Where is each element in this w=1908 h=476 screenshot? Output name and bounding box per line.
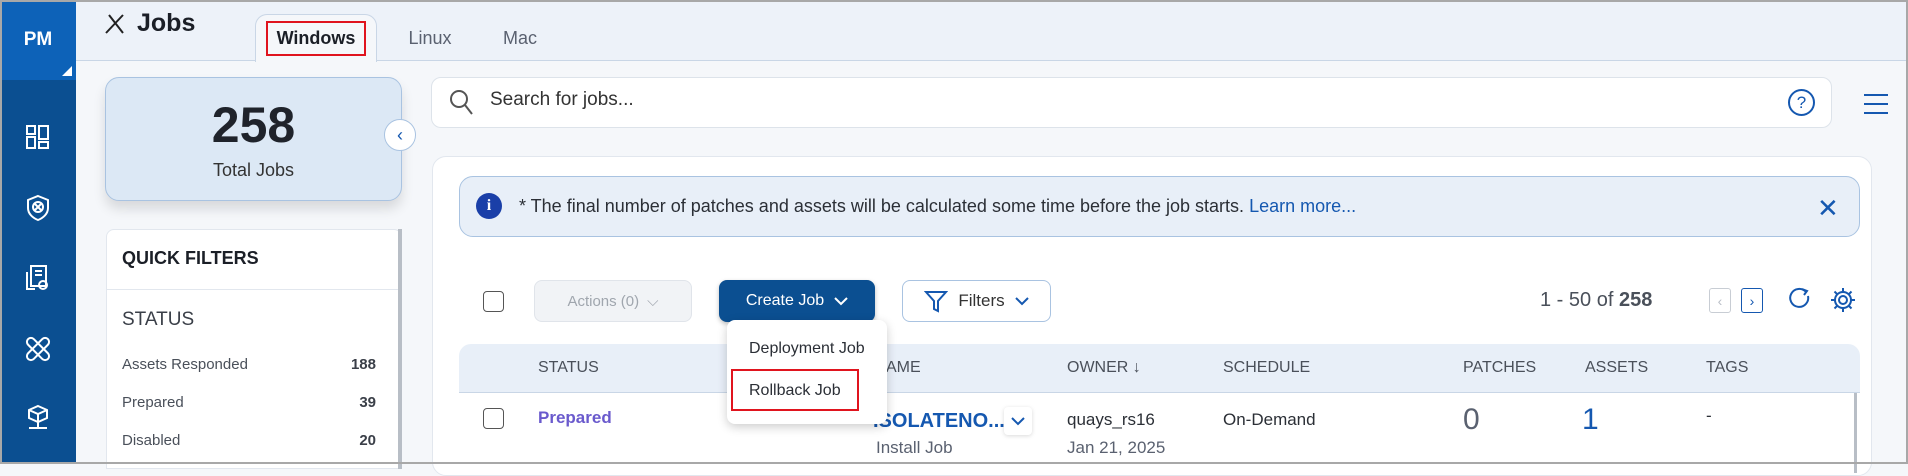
table-header	[459, 344, 1860, 393]
page-title-text: Jobs	[137, 9, 196, 37]
filters-button[interactable]: Filters	[902, 280, 1051, 322]
tab-windows[interactable]: Windows	[255, 14, 377, 62]
actions-dropdown[interactable]: Actions (0) ⌵	[534, 280, 692, 322]
settings-gear-icon[interactable]	[1829, 286, 1857, 314]
chevron-down-icon	[1011, 416, 1025, 425]
column-schedule[interactable]: SCHEDULE	[1223, 359, 1310, 377]
column-name[interactable]: AME	[886, 359, 921, 377]
filter-icon	[924, 291, 949, 313]
row-job-name-link[interactable]: ISOLATENO...	[873, 410, 1005, 433]
total-jobs-count: 258	[211, 97, 296, 153]
filter-prepared[interactable]: Prepared 39	[122, 394, 376, 411]
learn-more-link[interactable]: Learn more...	[1249, 196, 1356, 216]
banner-text: * The final number of patches and assets…	[519, 196, 1356, 217]
create-job-button[interactable]: Create Job	[719, 280, 875, 322]
tab-windows-label: Windows	[265, 21, 367, 56]
column-tags[interactable]: TAGS	[1706, 359, 1748, 377]
filter-disabled[interactable]: Disabled 20	[122, 432, 376, 449]
divider	[106, 289, 398, 290]
tab-linux[interactable]: Linux	[395, 14, 465, 62]
search-icon	[450, 90, 473, 115]
tab-mac[interactable]: Mac	[490, 14, 550, 62]
menu-item-deployment-job[interactable]: Deployment Job	[749, 340, 865, 358]
row-schedule: On-Demand	[1223, 410, 1316, 429]
status-section-title: STATUS	[122, 309, 195, 330]
row-date: Jan 21, 2025	[1067, 438, 1166, 457]
highlight-box	[731, 369, 859, 411]
brand-logo[interactable]: PM	[0, 0, 76, 80]
brand-menu-triangle-icon	[62, 66, 72, 76]
row-owner: quays_rs16	[1067, 410, 1155, 429]
chevron-left-icon: ‹	[397, 124, 403, 145]
column-owner[interactable]: OWNER ↓	[1067, 359, 1141, 377]
filter-label: Assets Responded	[122, 356, 248, 373]
column-assets[interactable]: ASSETS	[1585, 359, 1648, 377]
row-expand-button[interactable]	[1004, 407, 1032, 435]
chevron-down-icon	[834, 296, 848, 305]
quick-filters-title: QUICK FILTERS	[122, 248, 259, 268]
banner-message: * The final number of patches and assets…	[519, 196, 1245, 216]
filter-label: Disabled	[122, 432, 181, 449]
column-status[interactable]: STATUS	[538, 359, 599, 377]
actions-label: Actions (0)	[567, 292, 640, 310]
prev-page-button[interactable]: ‹	[1709, 288, 1731, 313]
row-status: Prepared	[538, 408, 612, 427]
dashboard-icon[interactable]	[18, 117, 58, 157]
help-icon[interactable]: ?	[1788, 89, 1815, 116]
pagination-total: 258	[1618, 289, 1653, 311]
filter-label: Prepared	[122, 394, 184, 411]
pagination-range: 1 - 50 of	[1540, 289, 1614, 311]
table-row: Prepared ISOLATENO... Install Job quays_…	[459, 393, 1860, 473]
row-job-type: Install Job	[876, 438, 953, 457]
network-icon[interactable]	[18, 398, 58, 438]
jobs-icon	[105, 13, 124, 34]
filter-count: 20	[359, 432, 376, 449]
pagination-text: 1 - 50 of 258	[1540, 289, 1652, 312]
total-jobs-card: 258 Total Jobs	[105, 77, 402, 201]
select-all-checkbox[interactable]	[483, 291, 504, 312]
quick-filters-scrollbar[interactable]	[398, 229, 402, 469]
chevron-down-icon	[1014, 296, 1029, 305]
total-jobs-label: Total Jobs	[212, 160, 295, 180]
filter-assets-responded[interactable]: Assets Responded 188	[122, 356, 376, 373]
table-scrollbar[interactable]	[1854, 393, 1857, 473]
search-input[interactable]	[490, 89, 1690, 111]
info-icon: i	[476, 193, 502, 219]
column-patches[interactable]: PATCHES	[1463, 359, 1536, 377]
filter-count: 39	[359, 394, 376, 411]
filters-label: Filters	[958, 291, 1005, 310]
hamburger-menu-icon[interactable]	[1864, 94, 1888, 121]
create-job-label: Create Job	[745, 292, 825, 309]
close-banner-icon[interactable]: ✕	[1817, 193, 1839, 224]
shield-icon[interactable]	[18, 188, 58, 228]
refresh-icon[interactable]	[1788, 286, 1814, 314]
next-page-button[interactable]: ›	[1741, 288, 1763, 313]
row-assets-link[interactable]: 1	[1582, 403, 1599, 437]
left-nav: PM	[0, 0, 76, 464]
patch-icon[interactable]	[18, 329, 58, 369]
row-patches: 0	[1463, 403, 1480, 436]
brand-text: PM	[23, 29, 53, 50]
collapse-panel-button[interactable]: ‹	[384, 119, 416, 151]
page-title: Jobs	[103, 9, 195, 38]
row-tags: -	[1706, 406, 1712, 425]
row-checkbox[interactable]	[483, 408, 504, 429]
report-icon[interactable]	[18, 258, 58, 298]
chevron-down-icon: ⌵	[647, 292, 659, 310]
filter-count: 188	[350, 356, 376, 373]
